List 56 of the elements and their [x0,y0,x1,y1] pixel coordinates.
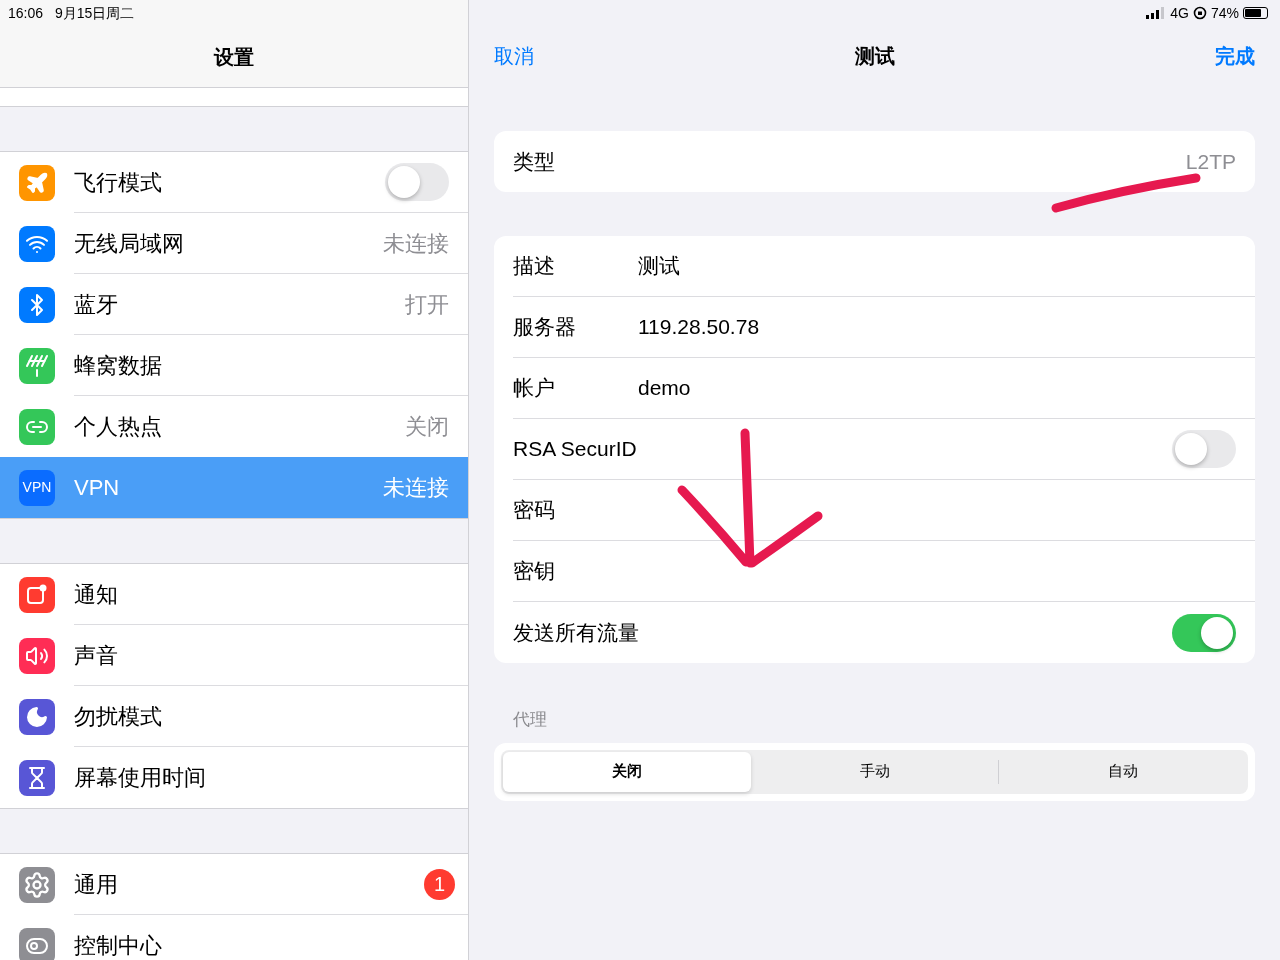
settings-row[interactable]: VPN VPN 未连接 [0,457,468,518]
row-label: 控制中心 [74,932,163,960]
toggle-switch[interactable] [1172,430,1236,468]
row-label: 通知 [74,580,119,609]
field-label: RSA SecurID [513,436,638,463]
signal-icon [1146,7,1167,19]
section-header: 代理 [512,709,548,731]
page-title: 测试 [853,44,896,69]
row-label: 类型 [513,148,556,175]
type-row[interactable]: 类型 L2TP [494,131,1255,192]
settings-row[interactable] [0,88,468,107]
segment-option[interactable]: 关闭 [503,751,751,792]
row-label: 通用 [74,870,119,899]
battery-percent: 74% [1210,3,1239,23]
status-time: 16:06 [8,3,44,23]
moon-icon [25,704,49,729]
row-label: 无线局域网 [74,229,185,258]
row-value: L2TP [1185,148,1236,175]
field-label: 发送所有流量 [513,619,640,646]
settings-icon [23,870,51,899]
row-value: 关闭 [405,413,449,441]
segment-option[interactable]: 自动 [999,751,1246,792]
airplane-icon [25,170,49,195]
row-label: 蓝牙 [74,290,119,319]
field-label: 密钥 [513,558,556,585]
done-button[interactable]: 完成 [1215,41,1255,71]
field-label: 描述 [513,253,556,280]
field-label: 帐户 [513,375,556,402]
row-label: 屏幕使用时间 [74,764,207,792]
row-label: 声音 [74,641,119,670]
antenna-icon [25,353,49,378]
field-label: 密码 [513,497,556,524]
field-label: 服务器 [513,314,577,341]
rotation-lock-icon [1192,6,1207,20]
segment-option[interactable]: 手动 [750,751,999,792]
row-value: 未连接 [383,229,449,258]
row-label: 飞行模式 [74,168,163,197]
field-value[interactable]: 测试 [638,250,1236,282]
row-label: 勿扰模式 [74,702,163,731]
row-label: 蜂窝数据 [74,351,163,380]
toggle-switch[interactable] [1172,613,1236,652]
field-value[interactable]: 119.28.50.78 [638,311,1236,343]
sidebar-title: 设置 [214,44,254,70]
row-label: VPN [74,474,121,502]
notification-icon [25,582,49,607]
row-value: 打开 [405,290,449,319]
network-type: 4G [1170,3,1189,23]
row-value: 未连接 [383,474,449,502]
vpn-icon: VPN [22,477,52,498]
cancel-button[interactable]: 取消 [494,41,534,71]
notification-badge: 1 [424,868,455,900]
status-date: 9月15日周二 [55,3,135,23]
row-label: 个人热点 [74,413,163,441]
field-value[interactable]: demo [638,372,1236,404]
toggle-switch[interactable] [385,163,449,201]
battery-icon [1243,7,1268,19]
